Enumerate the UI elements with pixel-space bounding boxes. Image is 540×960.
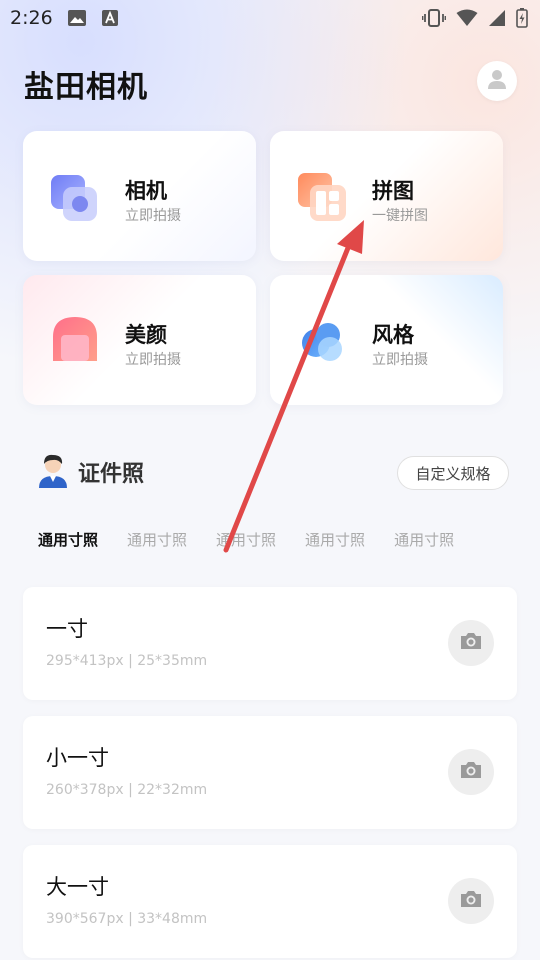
size-name: 大一寸 <box>46 875 109 899</box>
camera-button[interactable] <box>448 878 494 924</box>
camera-button[interactable] <box>448 749 494 795</box>
size-spec: 260*378px | 22*32mm <box>46 782 208 798</box>
custom-size-button[interactable]: 自定义规格 <box>397 456 509 490</box>
tab-general-4[interactable]: 通用寸照 <box>305 529 365 550</box>
status-time: 2:26 <box>10 7 53 29</box>
feature-title: 美颜 <box>125 323 167 347</box>
feature-card-camera[interactable]: 相机 立即拍摄 <box>23 131 256 261</box>
size-item[interactable]: 大一寸 390*567px | 33*48mm <box>23 845 517 958</box>
status-bar: 2:26 <box>0 0 540 36</box>
section-title: 证件照 <box>78 462 145 487</box>
avatar-button[interactable] <box>477 61 517 101</box>
feature-title: 相机 <box>125 179 167 203</box>
feature-card-beauty[interactable]: 美颜 立即拍摄 <box>23 275 256 405</box>
text-a-icon <box>101 9 119 27</box>
signal-icon <box>488 9 506 27</box>
status-left: 2:26 <box>10 7 119 29</box>
camera-button[interactable] <box>448 620 494 666</box>
size-tabs: 通用寸照 通用寸照 通用寸照 通用寸照 通用寸照 <box>38 529 483 550</box>
feature-subtitle: 立即拍摄 <box>125 208 181 224</box>
feature-subtitle: 一键拼图 <box>372 208 428 224</box>
app-title: 盐田相机 <box>24 70 148 105</box>
tab-general-3[interactable]: 通用寸照 <box>216 529 276 550</box>
camera-icon <box>459 631 483 655</box>
camera-feature-icon <box>49 171 101 223</box>
camera-icon <box>459 889 483 913</box>
size-item[interactable]: 一寸 295*413px | 25*35mm <box>23 587 517 700</box>
feature-subtitle: 立即拍摄 <box>125 352 181 368</box>
feature-card-collage[interactable]: 拼图 一键拼图 <box>270 131 503 261</box>
tab-general-5[interactable]: 通用寸照 <box>394 529 454 550</box>
feature-title: 风格 <box>372 323 414 347</box>
user-icon <box>486 68 508 94</box>
wifi-icon <box>456 9 478 27</box>
collage-feature-icon <box>296 171 348 223</box>
size-name: 小一寸 <box>46 746 109 770</box>
status-right <box>422 8 528 28</box>
style-feature-icon <box>296 315 348 367</box>
size-name: 一寸 <box>46 617 88 641</box>
beauty-feature-icon <box>49 315 101 367</box>
size-spec: 390*567px | 33*48mm <box>46 911 208 927</box>
size-spec: 295*413px | 25*35mm <box>46 653 208 669</box>
tab-general-2[interactable]: 通用寸照 <box>127 529 187 550</box>
feature-subtitle: 立即拍摄 <box>372 352 428 368</box>
camera-icon <box>459 760 483 784</box>
size-item[interactable]: 小一寸 260*378px | 22*32mm <box>23 716 517 829</box>
tab-general-1[interactable]: 通用寸照 <box>38 529 98 550</box>
image-icon <box>67 9 87 27</box>
feature-card-style[interactable]: 风格 立即拍摄 <box>270 275 503 405</box>
battery-charging-icon <box>516 8 528 28</box>
feature-title: 拼图 <box>372 179 414 203</box>
id-photo-header: 证件照 <box>38 452 144 492</box>
vibrate-icon <box>422 9 446 27</box>
person-avatar-icon <box>38 452 68 492</box>
